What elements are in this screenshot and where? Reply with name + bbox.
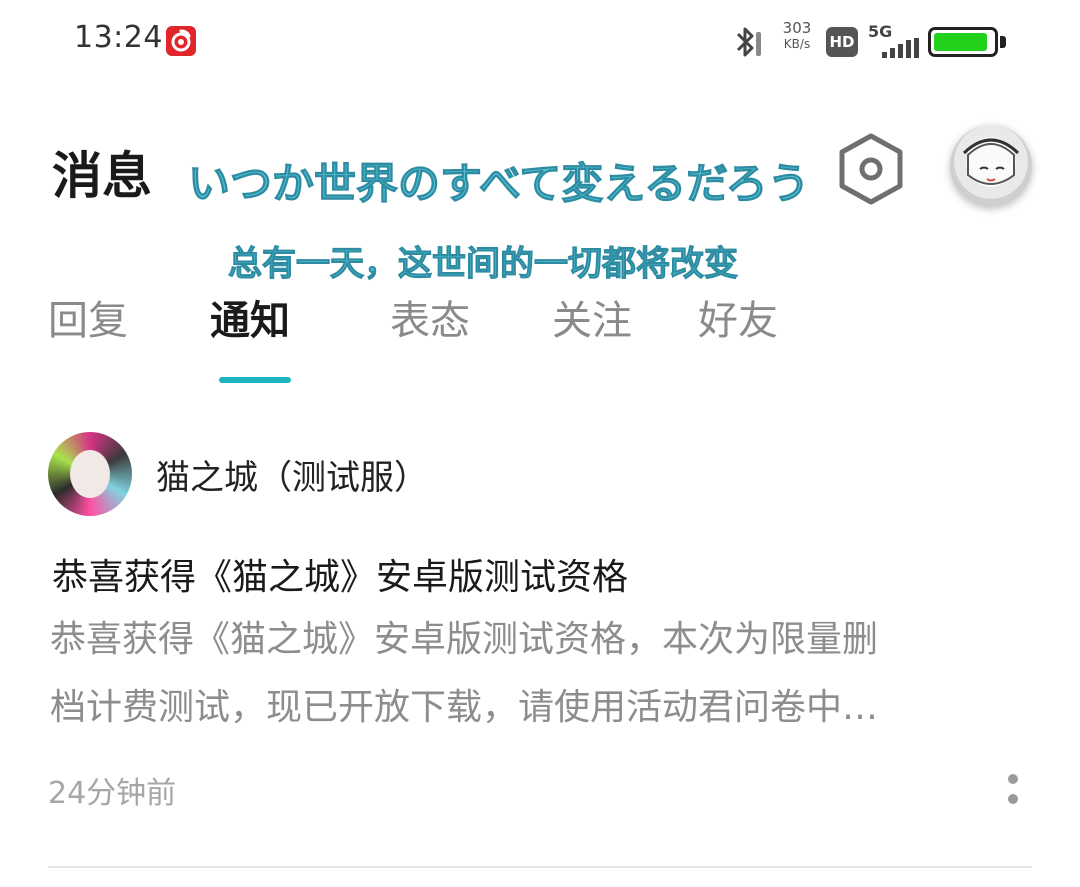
- music-app-icon: [166, 26, 196, 56]
- bluetooth-icon: [732, 24, 766, 60]
- more-dot-icon: [1008, 774, 1018, 784]
- tab-notification[interactable]: 通知: [210, 288, 290, 346]
- network-speed: 303 KB/s: [780, 20, 814, 52]
- message-title[interactable]: 恭喜获得《猫之城》安卓版测试资格: [52, 548, 628, 600]
- sender-name[interactable]: 猫之城（测试服）: [156, 450, 428, 499]
- more-options-button[interactable]: [1004, 770, 1024, 810]
- sender-avatar[interactable]: [48, 432, 132, 516]
- message-timestamp: 24分钟前: [48, 776, 177, 811]
- battery-level-fill: [934, 33, 987, 51]
- overlay-text-chinese: 总有一天，这世间的一切都将改变: [228, 244, 739, 285]
- overlay-text-japanese: いつか世界のすべて変えるだろう: [188, 159, 811, 209]
- divider: [48, 866, 1032, 868]
- settings-hexagon-icon[interactable]: [836, 132, 906, 206]
- network-speed-value: 303: [782, 19, 812, 37]
- tab-reply[interactable]: 回复: [48, 288, 128, 346]
- more-dot-icon: [1008, 794, 1018, 804]
- page-title: 消息: [52, 147, 152, 205]
- battery-icon: [928, 27, 998, 57]
- message-body-line-2: 档计费测试，现已开放下载，请使用活动君问卷中…: [50, 687, 879, 728]
- active-tab-indicator: [219, 377, 291, 383]
- battery-tip: [1000, 36, 1006, 48]
- status-time: 13:24: [74, 20, 163, 55]
- message-body-line-1: 恭喜获得《猫之城》安卓版测试资格，本次为限量删: [50, 619, 879, 660]
- user-avatar[interactable]: [950, 125, 1032, 207]
- sender-avatar-face: [70, 450, 110, 498]
- message-body[interactable]: 恭喜获得《猫之城》安卓版测试资格，本次为限量删 档计费测试，现已开放下载，请使用…: [50, 606, 1025, 742]
- tab-reaction[interactable]: 表态: [390, 288, 470, 346]
- network-speed-unit: KB/s: [783, 37, 811, 51]
- tab-follow[interactable]: 关注: [552, 288, 632, 346]
- tab-friends[interactable]: 好友: [698, 288, 778, 346]
- hd-badge: HD: [826, 27, 858, 57]
- signal-strength-icon: [880, 38, 920, 58]
